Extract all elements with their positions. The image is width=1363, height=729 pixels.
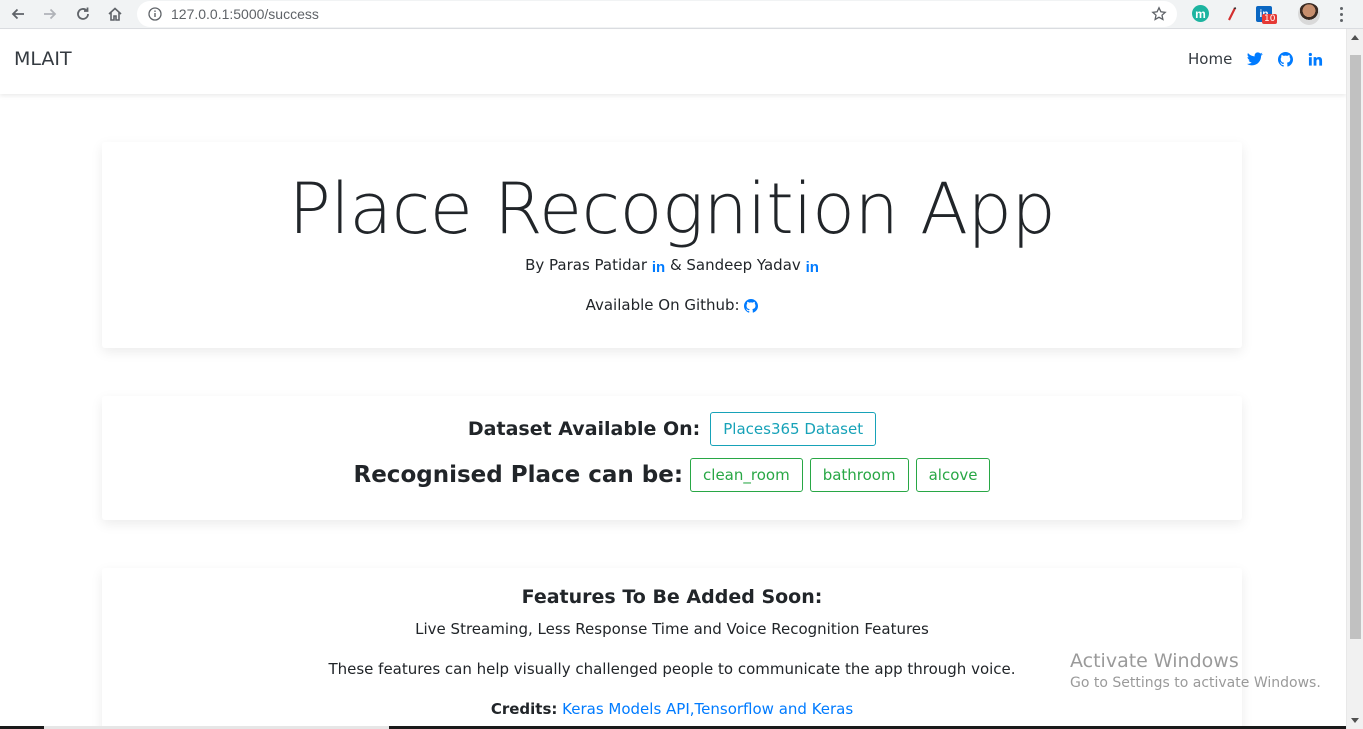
home-icon	[108, 7, 122, 21]
recognised-places-row: Recognised Place can be: clean_room bath…	[102, 458, 1242, 492]
author-1-name: By Paras Patidar	[525, 256, 648, 274]
credits-line: Credits: Keras Models API,Tensorflow and…	[102, 700, 1242, 718]
linkedin-extension-icon[interactable]: in 10	[1256, 4, 1278, 26]
nav-home-link[interactable]: Home	[1188, 50, 1232, 68]
site-navbar: MLAIT Home	[0, 30, 1346, 94]
site-info-icon[interactable]	[147, 6, 163, 22]
scrollbar-thumb[interactable]	[1350, 55, 1361, 639]
github-label: Available On Github:	[585, 296, 740, 314]
places365-dataset-button[interactable]: Places365 Dataset	[710, 412, 877, 446]
github-repo-icon[interactable]	[744, 299, 759, 316]
scroll-down-arrow-icon[interactable]	[1351, 718, 1359, 723]
browser-toolbar: 127.0.0.1:5000/success m in 10	[0, 0, 1363, 29]
author-1-linkedin-icon[interactable]: in	[652, 259, 665, 276]
forward-button[interactable]	[39, 3, 61, 25]
credits-link[interactable]: Keras Models API,Tensorflow and Keras	[562, 700, 853, 718]
author-2-linkedin-icon[interactable]: in	[806, 259, 819, 276]
dataset-label: Dataset Available On:	[467, 418, 701, 440]
watermark-subtitle: Go to Settings to activate Windows.	[1070, 675, 1321, 691]
result-card: Dataset Available On: Places365 Dataset …	[102, 396, 1242, 520]
url-text[interactable]: 127.0.0.1:5000/success	[171, 6, 319, 22]
reload-button[interactable]	[72, 3, 94, 25]
page-title: Place Recognition App	[288, 168, 1056, 250]
extension-m-icon[interactable]: m	[1192, 5, 1209, 22]
features-card: Features To Be Added Soon: Live Streamin…	[102, 568, 1242, 729]
github-icon[interactable]	[1276, 50, 1294, 68]
features-line-1: Live Streaming, Less Response Time and V…	[415, 620, 929, 638]
activate-windows-watermark: Activate Windows Go to Settings to activ…	[1070, 650, 1321, 691]
page-scrollbar[interactable]	[1346, 29, 1363, 729]
hero-card: Place Recognition App By Paras Patidar i…	[102, 142, 1242, 348]
home-button[interactable]	[104, 3, 126, 25]
twitter-icon[interactable]	[1246, 50, 1264, 68]
authors-line: By Paras Patidar in & Sandeep Yadav in	[102, 256, 1242, 276]
browser-menu-icon[interactable]	[1334, 4, 1348, 24]
dataset-row: Dataset Available On: Places365 Dataset	[102, 412, 1242, 446]
place-button-bathroom[interactable]: bathroom	[809, 458, 909, 492]
back-arrow-icon	[11, 8, 24, 20]
linkedin-icon[interactable]	[1306, 50, 1324, 68]
place-button-clean-room[interactable]: clean_room	[690, 458, 803, 492]
credits-label: Credits:	[490, 700, 558, 718]
watermark-title: Activate Windows	[1070, 650, 1239, 672]
forward-arrow-icon	[44, 8, 57, 20]
bookmark-star-icon[interactable]	[1149, 4, 1169, 24]
author-2-name: & Sandeep Yadav	[669, 256, 801, 274]
reload-icon	[77, 7, 89, 20]
address-bar[interactable]: 127.0.0.1:5000/success	[137, 1, 1177, 27]
lasso-icon[interactable]	[1222, 4, 1242, 24]
recognised-label: Recognised Place can be:	[353, 462, 684, 488]
github-line: Available On Github:	[102, 296, 1242, 316]
extension-badge: 10	[1262, 14, 1278, 24]
back-button[interactable]	[7, 3, 29, 25]
profile-avatar[interactable]	[1298, 3, 1320, 25]
scroll-up-arrow-icon[interactable]	[1351, 35, 1359, 40]
brand-logo[interactable]: MLAIT	[14, 48, 72, 70]
place-button-alcove[interactable]: alcove	[915, 458, 991, 492]
features-title: Features To Be Added Soon:	[521, 586, 823, 608]
